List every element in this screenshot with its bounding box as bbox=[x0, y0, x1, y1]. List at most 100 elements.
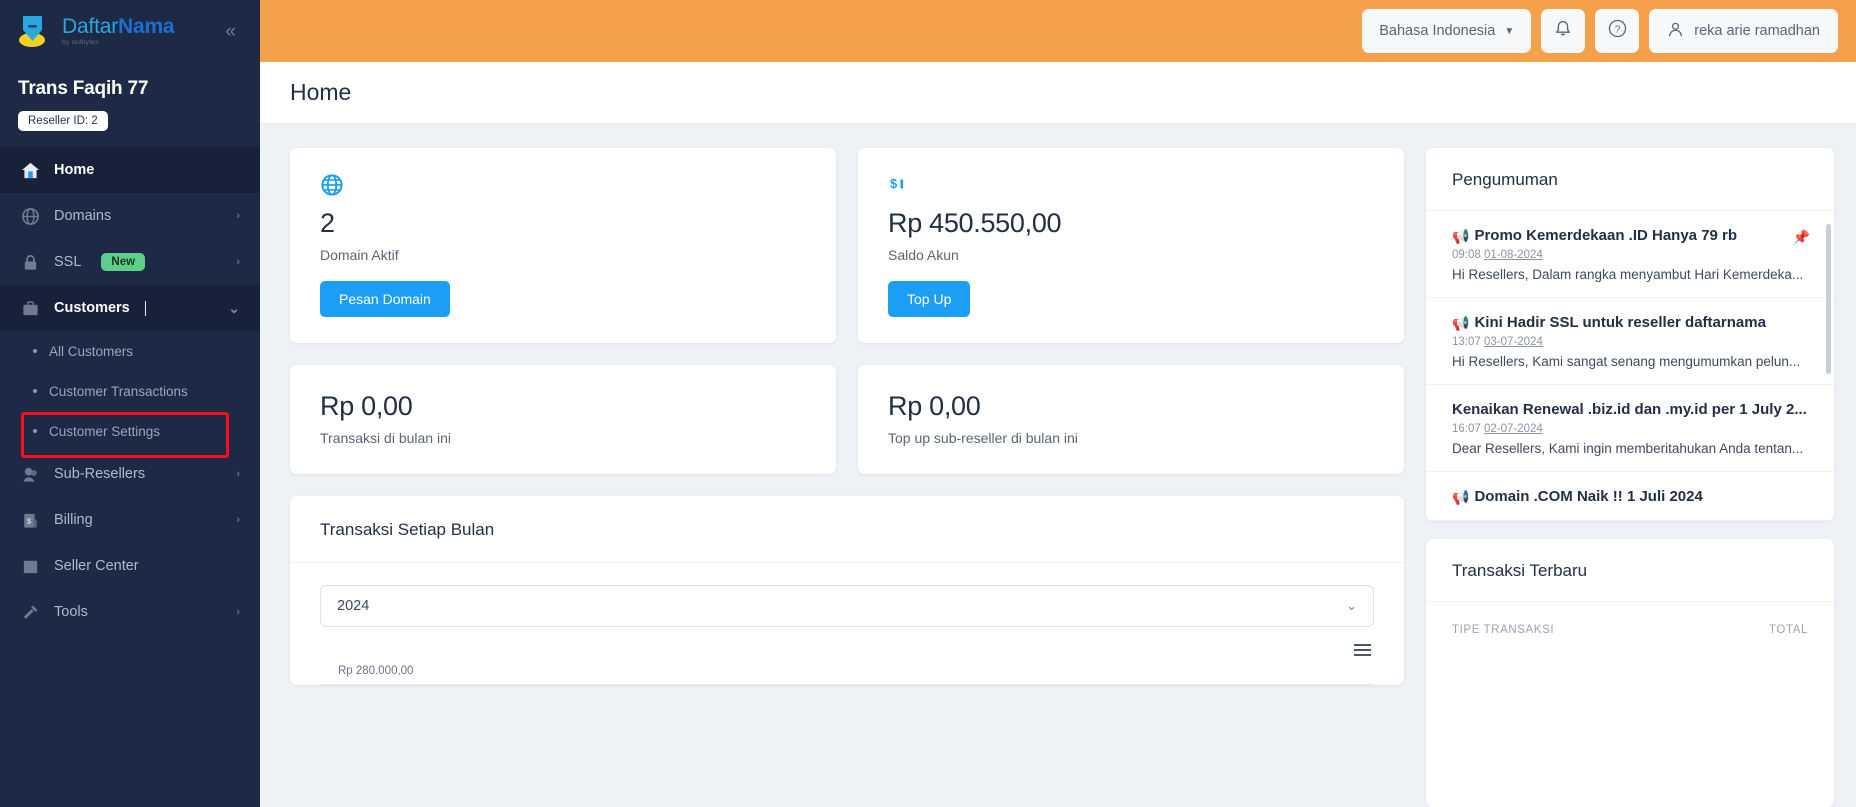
announcements-panel: Pengumuman 📢 Promo Kemerdekaan .ID Hanya… bbox=[1426, 148, 1834, 521]
sidebar-label-customer-transactions: Customer Transactions bbox=[49, 383, 188, 399]
sidebar-item-tools[interactable]: Tools › bbox=[0, 589, 260, 635]
sidebar-label-customers: Customers bbox=[54, 300, 130, 316]
language-selector[interactable]: Bahasa Indonesia ▼ bbox=[1362, 9, 1532, 53]
svg-text:$: $ bbox=[890, 176, 898, 191]
pin-icon[interactable]: 📌 bbox=[1793, 229, 1810, 246]
sidebar-item-sub-resellers[interactable]: Sub-Resellers › bbox=[0, 451, 260, 497]
announcements-list: 📢 Promo Kemerdekaan .ID Hanya 79 rb 09:0… bbox=[1426, 211, 1834, 521]
sidebar-collapse-icon[interactable]: « bbox=[219, 18, 242, 45]
logo-text-2: Nama bbox=[118, 15, 175, 38]
announcement-meta: 09:08 01-08-2024 bbox=[1452, 249, 1808, 261]
announcement-date: 02-07-2024 bbox=[1483, 423, 1543, 435]
chevron-right-icon: › bbox=[236, 606, 240, 618]
announcement-title: 📢 Kini Hadir SSL untuk reseller daftarna… bbox=[1452, 314, 1808, 331]
user-menu[interactable]: reka arie ramadhan bbox=[1649, 9, 1838, 53]
announcement-desc: Hi Resellers, Dalam rangka menyambut Har… bbox=[1452, 267, 1804, 282]
stat-card-monthly-transactions: Rp 0,00 Transaksi di bulan ini bbox=[290, 365, 836, 474]
main-area: Bahasa Indonesia ▼ ? reka arie ramadhan bbox=[260, 0, 1856, 807]
announcements-title: Pengumuman bbox=[1426, 148, 1834, 211]
topbar: Bahasa Indonesia ▼ ? reka arie ramadhan bbox=[260, 0, 1856, 62]
announcement-desc: Hi Resellers, Kami sangat senang mengumu… bbox=[1452, 354, 1801, 369]
chevron-right-icon: › bbox=[236, 514, 240, 526]
stat-cards-row-1: 2 Domain Aktif Pesan Domain $ Rp 450.550… bbox=[290, 148, 1404, 343]
order-domain-button[interactable]: Pesan Domain bbox=[320, 281, 450, 317]
users-icon bbox=[20, 464, 40, 484]
text-cursor bbox=[144, 300, 146, 316]
column-header-total: TOTAL bbox=[1769, 624, 1808, 636]
app-root: DaftarNama by redbytes « Trans Faqih 77 … bbox=[0, 0, 1856, 807]
announcement-title: 📢 Promo Kemerdekaan .ID Hanya 79 rb bbox=[1452, 227, 1808, 244]
sidebar-nav: Home Domains › SSL New › Customers ⌄ All… bbox=[0, 147, 260, 635]
subreseller-topup-label: Top up sub-reseller di bulan ini bbox=[888, 430, 1078, 446]
announcement-date: 01-08-2024 bbox=[1483, 249, 1543, 261]
question-circle-icon: ? bbox=[1607, 18, 1628, 44]
sidebar-item-seller-center[interactable]: Seller Center bbox=[0, 543, 260, 589]
chevron-right-icon: › bbox=[236, 468, 240, 480]
chart-y-axis-top-label: Rp 280.000,00 bbox=[338, 665, 414, 677]
money-icon: $ bbox=[888, 170, 1374, 200]
stat-card-subreseller-topup: Rp 0,00 Top up sub-reseller di bulan ini bbox=[858, 365, 1404, 474]
user-icon bbox=[1667, 21, 1684, 42]
sidebar-item-billing[interactable]: $ Billing › bbox=[0, 497, 260, 543]
announcement-title-text: Kini Hadir SSL untuk reseller daftarnama bbox=[1474, 314, 1766, 331]
announcement-time: 09:08 bbox=[1452, 249, 1481, 261]
sidebar-item-all-customers[interactable]: All Customers bbox=[0, 331, 260, 371]
billing-icon: $ bbox=[20, 510, 40, 530]
domains-label: Domain Aktif bbox=[320, 247, 399, 263]
bullet-icon bbox=[33, 349, 37, 353]
top-up-button[interactable]: Top Up bbox=[888, 281, 971, 317]
chevron-down-icon: ⌄ bbox=[1346, 598, 1357, 613]
announcement-title: Kenaikan Renewal .biz.id dan .my.id per … bbox=[1452, 401, 1808, 418]
tools-icon bbox=[20, 602, 40, 622]
column-header-type: TIPE TRANSAKSI bbox=[1452, 624, 1555, 636]
lock-icon bbox=[20, 252, 40, 272]
recent-transactions-title: Transaksi Terbaru bbox=[1426, 539, 1834, 602]
chevron-right-icon: › bbox=[236, 256, 240, 268]
announcement-meta: 13:07 03-07-2024 bbox=[1452, 336, 1808, 348]
megaphone-icon: 📢 bbox=[1452, 227, 1470, 244]
announcement-time: 13:07 bbox=[1452, 336, 1481, 348]
announcement-meta: 16:07 02-07-2024 bbox=[1452, 423, 1808, 435]
notifications-button[interactable] bbox=[1541, 9, 1586, 53]
briefcase-icon bbox=[20, 298, 40, 318]
announcement-title-text: Kenaikan Renewal .biz.id dan .my.id per … bbox=[1452, 401, 1807, 418]
monthly-transactions-chart-card: Transaksi Setiap Bulan 2024 ⌄ Rp 280.000… bbox=[290, 496, 1404, 685]
sidebar-item-ssl[interactable]: SSL New › bbox=[0, 239, 260, 285]
logo-subtitle: by redbytes bbox=[62, 39, 99, 46]
globe-icon bbox=[20, 206, 40, 226]
hamburger-menu-icon[interactable] bbox=[1351, 641, 1374, 659]
monthly-transactions-label: Transaksi di bulan ini bbox=[320, 430, 451, 446]
announcement-item[interactable]: 📢 Domain .COM Naik !! 1 Juli 2024 bbox=[1426, 472, 1834, 521]
chart-year-value: 2024 bbox=[337, 598, 370, 614]
sidebar: DaftarNama by redbytes « Trans Faqih 77 … bbox=[0, 0, 260, 807]
page-title: Home bbox=[290, 79, 352, 105]
sidebar-item-domains[interactable]: Domains › bbox=[0, 193, 260, 239]
content-right-column: Pengumuman 📢 Promo Kemerdekaan .ID Hanya… bbox=[1426, 148, 1834, 807]
content-left-column: 2 Domain Aktif Pesan Domain $ Rp 450.550… bbox=[290, 148, 1404, 807]
sidebar-item-customer-settings[interactable]: Customer Settings bbox=[0, 411, 260, 451]
language-label: Bahasa Indonesia bbox=[1379, 23, 1496, 39]
stat-card-domains: 2 Domain Aktif Pesan Domain bbox=[290, 148, 836, 343]
globe-icon bbox=[320, 170, 806, 200]
sidebar-item-customer-transactions[interactable]: Customer Transactions bbox=[0, 371, 260, 411]
home-icon bbox=[20, 160, 40, 180]
daftarnama-logo-icon bbox=[18, 13, 52, 49]
chart-gridline bbox=[320, 684, 1374, 685]
announcement-item[interactable]: 📢 Kini Hadir SSL untuk reseller daftarna… bbox=[1426, 298, 1834, 385]
announcement-item[interactable]: 📢 Promo Kemerdekaan .ID Hanya 79 rb 09:0… bbox=[1426, 211, 1834, 298]
announcement-title-text: Promo Kemerdekaan .ID Hanya 79 rb bbox=[1474, 227, 1738, 244]
sidebar-label-billing: Billing bbox=[54, 512, 93, 528]
announcements-scrollbar[interactable] bbox=[1826, 224, 1831, 374]
sidebar-item-customers[interactable]: Customers ⌄ bbox=[0, 285, 260, 331]
brand-name: Trans Faqih 77 bbox=[18, 78, 149, 99]
balance-label: Saldo Akun bbox=[888, 247, 959, 263]
sidebar-item-home[interactable]: Home bbox=[0, 147, 260, 193]
balance-value: Rp 450.550,00 bbox=[888, 208, 1062, 238]
announcement-title-text: Domain .COM Naik !! 1 Juli 2024 bbox=[1474, 488, 1703, 505]
help-button[interactable]: ? bbox=[1595, 9, 1640, 53]
announcement-item[interactable]: Kenaikan Renewal .biz.id dan .my.id per … bbox=[1426, 385, 1834, 472]
bell-icon bbox=[1553, 19, 1573, 44]
chevron-right-icon: › bbox=[236, 210, 240, 222]
sidebar-label-domains: Domains bbox=[54, 208, 112, 224]
chart-year-select[interactable]: 2024 ⌄ bbox=[320, 585, 1374, 627]
